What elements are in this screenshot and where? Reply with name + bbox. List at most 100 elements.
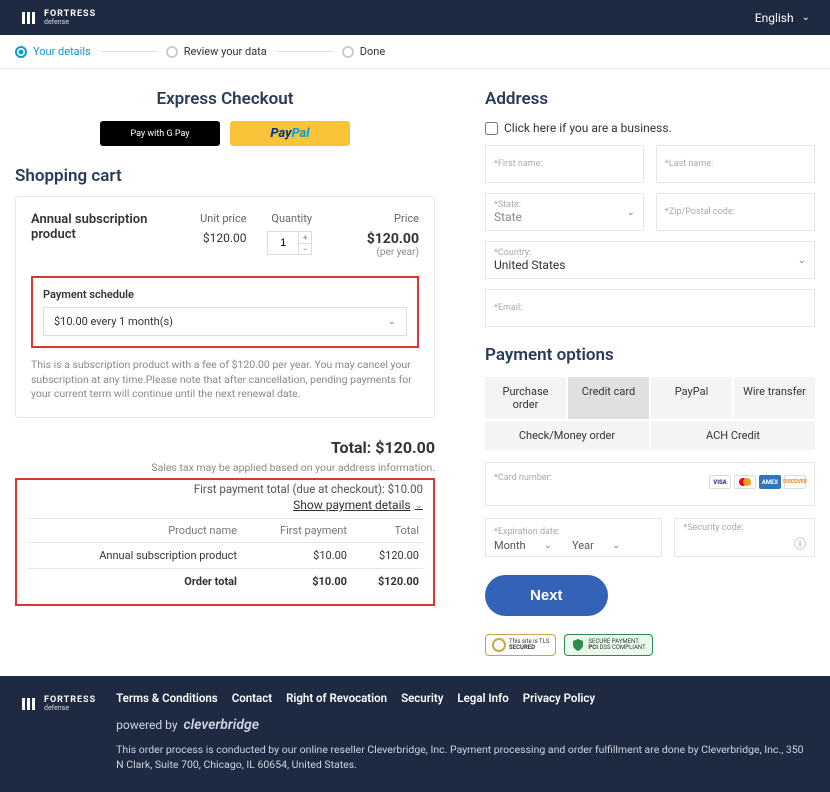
cart-box: Annual subscription product Unit price $… bbox=[15, 196, 435, 418]
fortress-icon bbox=[20, 9, 38, 27]
footer-link-revocation[interactable]: Right of Revocation bbox=[286, 691, 387, 705]
payment-paypal[interactable]: PayPal bbox=[651, 377, 732, 419]
step-label: Review your data bbox=[184, 45, 267, 58]
footer-links: Terms & Conditions Contact Right of Revo… bbox=[116, 691, 810, 705]
quantity-input[interactable] bbox=[268, 232, 298, 254]
brand-sub: defense bbox=[44, 705, 96, 712]
year-label: Year bbox=[572, 539, 594, 552]
footer-link-contact[interactable]: Contact bbox=[232, 691, 272, 705]
step-done[interactable]: Done bbox=[342, 45, 385, 58]
schedule-select[interactable]: $10.00 every 1 month(s) ⌄ bbox=[43, 307, 407, 336]
discover-icon: DISCOVER bbox=[784, 475, 806, 489]
field-label: Email: bbox=[494, 303, 806, 313]
gpay-button[interactable]: Pay with G Pay bbox=[100, 121, 220, 146]
quantity-stepper[interactable]: + − bbox=[267, 231, 312, 255]
chevron-down-icon: ⌄ bbox=[544, 540, 552, 551]
qty-down-button[interactable]: − bbox=[299, 243, 311, 254]
schedule-label: Payment schedule bbox=[43, 288, 407, 301]
step-circle-icon bbox=[342, 46, 354, 58]
order-total-total: $120.00 bbox=[351, 569, 423, 595]
app-header: FORTRESS defense English ⌄ bbox=[0, 0, 830, 35]
paypal-label-1: Pay bbox=[270, 126, 291, 141]
business-checkbox[interactable] bbox=[485, 122, 498, 135]
language-label: English bbox=[755, 11, 794, 25]
payment-check-money-order[interactable]: Check/Money order bbox=[485, 421, 649, 450]
language-selector[interactable]: English ⌄ bbox=[755, 11, 810, 25]
payment-ach-credit[interactable]: ACH Credit bbox=[651, 421, 815, 450]
footer-link-terms[interactable]: Terms & Conditions bbox=[116, 691, 218, 705]
payment-purchase-order[interactable]: Purchase order bbox=[485, 377, 566, 419]
fortress-icon bbox=[20, 695, 38, 713]
order-total-row: Order total $10.00 $120.00 bbox=[27, 569, 423, 595]
field-label: Zip/Postal code: bbox=[665, 207, 806, 217]
gpay-label: Pay with G Pay bbox=[130, 129, 189, 139]
first-name-field[interactable]: First name: bbox=[485, 145, 644, 183]
express-checkout-title: Express Checkout bbox=[15, 89, 435, 109]
tax-note: Sales tax may be applied based on your a… bbox=[15, 461, 435, 474]
state-value: State bbox=[494, 210, 522, 224]
order-total-label: Order total bbox=[27, 569, 241, 595]
cart-item-name: Annual subscription product bbox=[31, 212, 160, 242]
th-first-payment: First payment bbox=[241, 519, 351, 543]
field-label: State: bbox=[494, 200, 522, 210]
step-divider bbox=[277, 51, 332, 52]
payment-credit-card[interactable]: Credit card bbox=[568, 377, 649, 419]
payment-schedule-box: Payment schedule $10.00 every 1 month(s)… bbox=[31, 276, 419, 348]
country-select[interactable]: Country:United States ⌄ bbox=[485, 241, 815, 279]
info-icon[interactable]: ⓘ bbox=[794, 535, 806, 552]
brand-logo: FORTRESS defense bbox=[20, 9, 96, 27]
field-label: Last name: bbox=[665, 159, 806, 169]
zip-field[interactable]: Zip/Postal code: bbox=[656, 193, 815, 231]
footer-link-privacy[interactable]: Privacy Policy bbox=[523, 691, 595, 705]
amex-icon: AMEX bbox=[759, 475, 781, 489]
schedule-value: $10.00 every 1 month(s) bbox=[54, 315, 173, 328]
cell-name: Annual subscription product bbox=[27, 543, 241, 569]
footer-link-security[interactable]: Security bbox=[401, 691, 443, 705]
show-details-label: Show payment details bbox=[293, 498, 410, 512]
last-name-field[interactable]: Last name: bbox=[656, 145, 815, 183]
month-label: Month bbox=[494, 539, 526, 552]
tls-secured-badge: This site is TLSSECURED bbox=[485, 634, 556, 656]
footer-link-legal[interactable]: Legal Info bbox=[457, 691, 508, 705]
show-payment-details-toggle[interactable]: Show payment details ⌄ bbox=[293, 498, 423, 512]
price-value: $120.00 bbox=[367, 231, 419, 247]
paypal-button[interactable]: PayPal bbox=[230, 121, 350, 146]
expiration-field: Expiration date: Month⌄ Year⌄ bbox=[485, 518, 662, 557]
per-year-label: (per year) bbox=[333, 247, 419, 258]
next-button[interactable]: Next bbox=[485, 575, 608, 616]
country-value: United States bbox=[494, 258, 565, 272]
step-circle-icon bbox=[166, 46, 178, 58]
powered-by: powered by cleverbridge bbox=[116, 717, 810, 733]
card-number-field[interactable]: Card number: VISA AMEX DISCOVER bbox=[485, 462, 815, 506]
th-product-name: Product name bbox=[27, 519, 241, 543]
payment-wire-transfer[interactable]: Wire transfer bbox=[734, 377, 815, 419]
step-your-details[interactable]: Your details bbox=[15, 45, 91, 58]
year-select[interactable]: Year ⌄ bbox=[572, 539, 620, 552]
th-total: Total bbox=[351, 519, 423, 543]
month-select[interactable]: Month ⌄ bbox=[494, 539, 552, 552]
chevron-down-icon: ⌄ bbox=[802, 12, 810, 23]
cell-first: $10.00 bbox=[241, 543, 351, 569]
field-label: Country: bbox=[494, 248, 565, 258]
field-label: First name: bbox=[494, 159, 635, 169]
chevron-down-icon: ⌄ bbox=[612, 540, 620, 551]
field-label: Card number: bbox=[494, 473, 552, 483]
unit-price-label: Unit price bbox=[160, 212, 246, 225]
qty-up-button[interactable]: + bbox=[299, 232, 311, 243]
chevron-down-icon: ⌄ bbox=[415, 500, 423, 511]
footer-logo: FORTRESS defense bbox=[20, 695, 96, 713]
security-code-field[interactable]: Security code: ⓘ bbox=[674, 518, 815, 557]
brand-sub: defense bbox=[44, 19, 96, 26]
first-payment-line: First payment total (due at checkout): $… bbox=[27, 480, 423, 496]
price-label: Price bbox=[333, 212, 419, 225]
pci-compliant-badge: SECURE PAYMENTPCI DSS COMPLIANT bbox=[564, 634, 652, 656]
step-review[interactable]: Review your data bbox=[166, 45, 267, 58]
email-field[interactable]: Email: bbox=[485, 289, 815, 327]
step-divider bbox=[101, 51, 156, 52]
state-select[interactable]: State:State ⌄ bbox=[485, 193, 644, 231]
powered-label: powered by bbox=[116, 718, 177, 732]
visa-icon: VISA bbox=[709, 475, 731, 489]
field-label: Security code: bbox=[683, 523, 806, 533]
quantity-label: Quantity bbox=[267, 212, 312, 225]
payment-details-box: First payment total (due at checkout): $… bbox=[15, 478, 435, 606]
